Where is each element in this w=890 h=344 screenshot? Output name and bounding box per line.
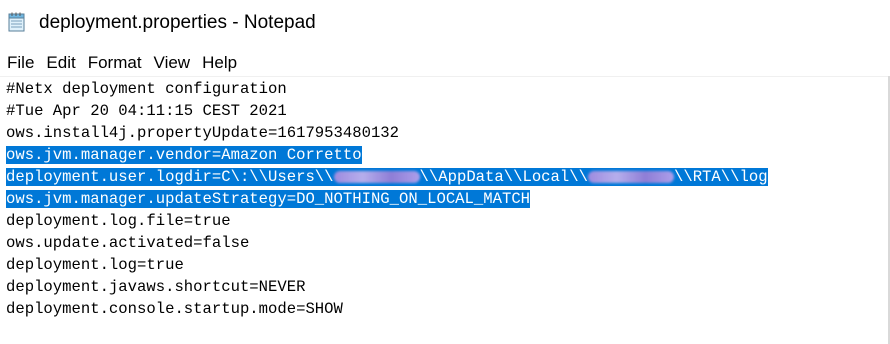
text-line: ows.update.activated=false	[6, 234, 250, 252]
notepad-icon	[8, 12, 26, 32]
text-editor[interactable]: #Netx deployment configuration #Tue Apr …	[0, 76, 888, 344]
menu-bar: File Edit Format View Help	[0, 50, 241, 76]
menu-view[interactable]: View	[150, 53, 195, 73]
text-line: deployment.log=true	[6, 256, 184, 274]
notepad-window: deployment.properties - Notepad File Edi…	[0, 0, 890, 344]
redacted-username	[333, 170, 420, 183]
window-title: deployment.properties - Notepad	[39, 12, 316, 33]
selected-text-segment: deployment.user.logdir=C\:\\Users\\ \\App…	[6, 168, 768, 186]
selected-text: ows.jvm.manager.vendor=Amazon Corretto	[6, 146, 362, 164]
selected-text-part: \\AppData\\Local\\	[419, 168, 588, 186]
selected-text-part: deployment.user.logdir=C\:\\Users\\	[6, 168, 334, 186]
menu-format[interactable]: Format	[84, 53, 146, 73]
selected-line: deployment.user.logdir=C\:\\Users\\ \\App…	[6, 166, 768, 188]
selected-line: ows.jvm.manager.vendor=Amazon Corretto	[6, 144, 768, 166]
text-content: #Netx deployment configuration #Tue Apr …	[6, 78, 768, 320]
redacted-folder	[587, 170, 674, 183]
menu-file[interactable]: File	[3, 53, 38, 73]
text-line: #Tue Apr 20 04:11:15 CEST 2021	[6, 102, 287, 120]
text-line: #Netx deployment configuration	[6, 80, 287, 98]
menu-edit[interactable]: Edit	[42, 53, 79, 73]
selected-line: ows.jvm.manager.updateStrategy=DO_NOTHIN…	[6, 188, 768, 210]
title-bar[interactable]: deployment.properties - Notepad	[0, 0, 890, 44]
text-line: deployment.javaws.shortcut=NEVER	[6, 278, 306, 296]
text-line: ows.install4j.propertyUpdate=16179534801…	[6, 124, 400, 142]
selected-text: ows.jvm.manager.updateStrategy=DO_NOTHIN…	[6, 190, 531, 208]
selected-text-part: \\RTA\\log	[673, 168, 768, 186]
menu-help[interactable]: Help	[198, 53, 241, 73]
text-line: deployment.console.startup.mode=SHOW	[6, 300, 343, 318]
text-line: deployment.log.file=true	[6, 212, 231, 230]
